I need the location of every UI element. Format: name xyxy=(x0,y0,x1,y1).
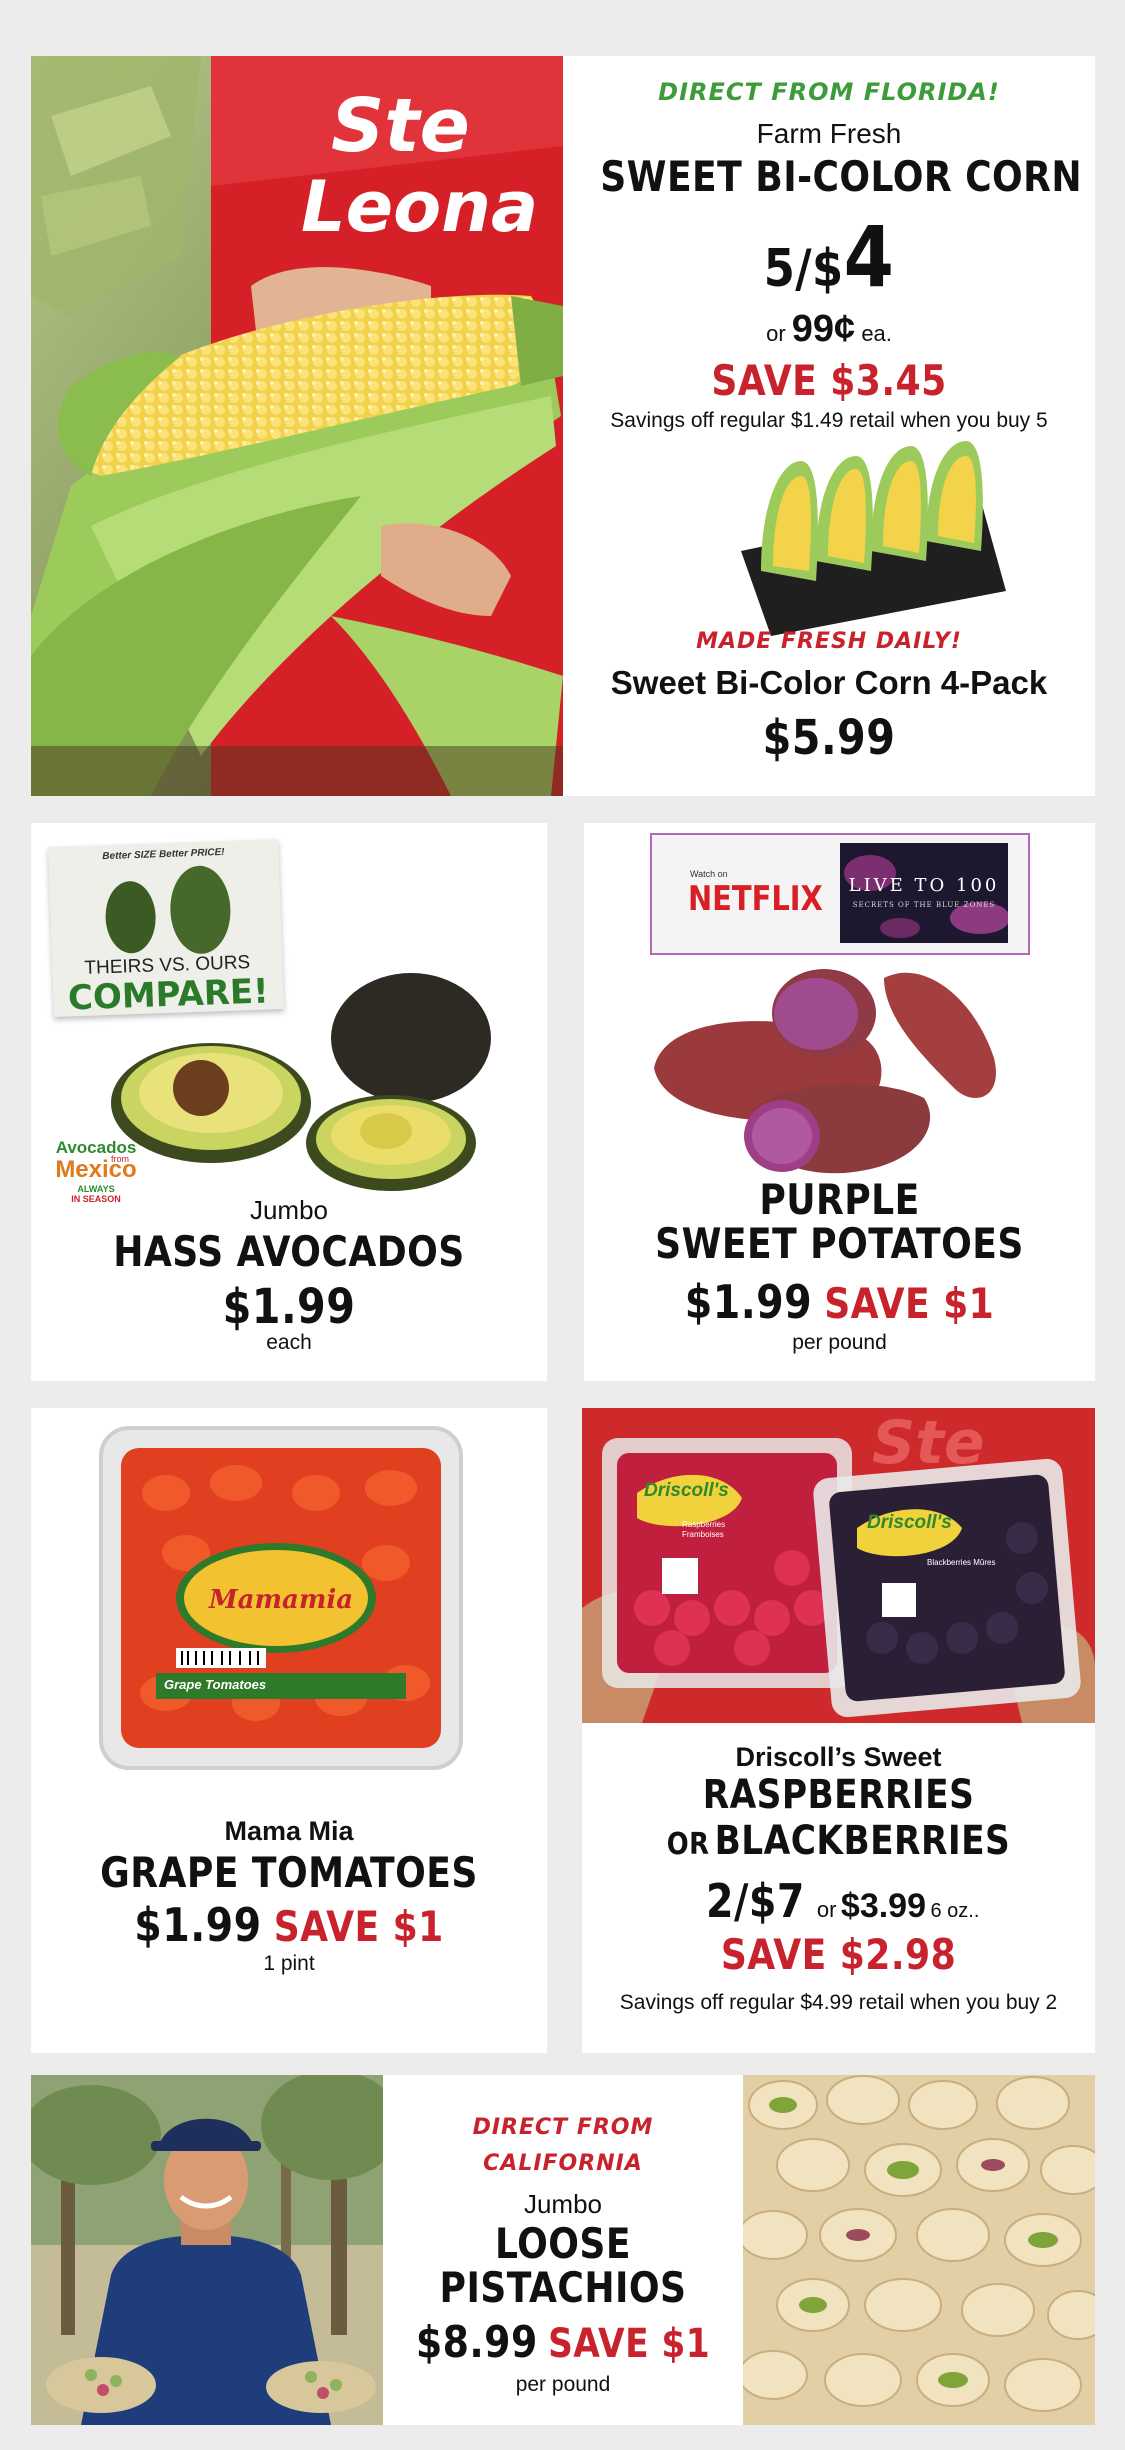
corn-single-unit: ea. xyxy=(861,321,892,346)
berries-note: Savings off regular $4.99 retail when yo… xyxy=(619,1991,1058,2014)
berries-title-or: OR xyxy=(666,1827,710,1862)
grape-tomato-price-row: $1.99 SAVE $1 xyxy=(67,1898,511,1952)
berries-deal: 2/$7 xyxy=(705,1874,805,1928)
svg-text:Leona: Leona xyxy=(301,166,538,248)
berries-photo: Ste Driscoll's Raspberries Framboises Dr xyxy=(582,1408,1095,1723)
blackberry-label-sub: Blackberries Mûres xyxy=(927,1558,996,1567)
berries-save: SAVE $2.98 xyxy=(720,1930,957,1979)
corn-or: or xyxy=(766,321,786,346)
grape-tomato-pre: Mama Mia xyxy=(224,1816,354,1846)
corn-pack-image xyxy=(721,441,1011,641)
logo-main-text: Mexico xyxy=(55,1156,137,1183)
pistachio-unit: per pound xyxy=(515,2373,611,2396)
pistachio-save: SAVE $1 xyxy=(548,2321,711,2367)
corn-pack-price: $5.99 xyxy=(762,710,896,766)
corn-photo-art: Ste Leona xyxy=(31,56,563,796)
berries-or: or xyxy=(816,1897,837,1922)
tomato-pack-label: Grape Tomatoes xyxy=(164,1677,267,1692)
netflix-logo: NETFLIX xyxy=(688,879,823,919)
corn-photo: Ste Leona xyxy=(31,56,563,796)
pistachio-title-1: LOOSE xyxy=(495,2219,631,2268)
avocado-pre: Jumbo xyxy=(249,1195,329,1225)
avocado-card[interactable]: Better SIZE Better PRICE! THEIRS VS. OUR… xyxy=(31,823,547,1381)
sweet-potato-save: SAVE $1 xyxy=(824,1279,995,1328)
tomato-brand-label: Mamamia xyxy=(208,1585,354,1615)
grape-tomato-unit: 1 pint xyxy=(263,1952,315,1975)
corn-single: or 99¢ ea. xyxy=(563,308,1095,351)
avocado-unit: each xyxy=(266,1331,312,1354)
raspberry-label-sub: Raspberries Framboises xyxy=(682,1520,726,1539)
pistachio-tagline-2: CALIFORNIA xyxy=(483,2151,643,2176)
corn-pack-title: Sweet Bi-Color Corn 4-Pack xyxy=(610,664,1048,701)
corn-single-price: 99¢ xyxy=(791,308,856,350)
corn-title: SWEET BI-COLOR CORN xyxy=(600,152,1083,201)
sweet-potato-price: $1.99 xyxy=(684,1275,813,1329)
berries-card[interactable]: Ste Driscoll's Raspberries Framboises Dr xyxy=(582,1408,1095,2053)
pistachio-price-row: $8.99 SAVE $1 xyxy=(408,2317,718,2368)
pistachio-price: $8.99 xyxy=(415,2317,538,2368)
grape-tomato-image: Mamamia Grape Tomatoes xyxy=(96,1423,466,1773)
raspberry-label-brand: Driscoll's xyxy=(644,1480,729,1501)
sweet-potato-card[interactable]: Watch on NETFLIX LIVE TO 100 SECRETS OF … xyxy=(584,823,1095,1381)
avocado-title: HASS AVOCADOS xyxy=(113,1227,465,1276)
sweet-potato-unit: per pound xyxy=(792,1331,887,1354)
sweet-potato-image xyxy=(644,958,1034,1188)
berries-title-1: RASPBERRIES xyxy=(702,1772,975,1818)
sweet-potato-title-1: PURPLE xyxy=(759,1175,920,1224)
berries-title-2: BLACKBERRIES xyxy=(714,1818,1011,1864)
show-subtitle: SECRETS OF THE BLUE ZONES xyxy=(852,901,996,909)
blackberry-label-brand: Driscoll's xyxy=(867,1512,952,1533)
corn-note: Savings off regular $1.49 retail when yo… xyxy=(610,409,1048,432)
berries-title-2-row: OR BLACKBERRIES xyxy=(618,1818,1059,1864)
pistachio-title-2: PISTACHIOS xyxy=(439,2263,687,2312)
grape-tomato-save: SAVE $1 xyxy=(273,1902,444,1951)
watch-on-text: Watch on xyxy=(690,869,728,879)
berries-size: 6 oz.. xyxy=(930,1900,980,1922)
farmer-photo xyxy=(31,2075,383,2425)
corn-save: SAVE $3.45 xyxy=(711,356,947,405)
corn-tagline: DIRECT FROM FLORIDA! xyxy=(658,78,1000,106)
berries-single-price: $3.99 xyxy=(840,1887,926,1925)
sweet-potato-title-2: SWEET POTATOES xyxy=(655,1219,1024,1268)
avocado-compare-icons xyxy=(105,865,231,954)
corn-deal-qty: 5/$ xyxy=(763,239,844,299)
pistachio-card[interactable]: DIRECT FROM CALIFORNIA Jumbo LOOSE PISTA… xyxy=(31,2075,1095,2425)
avocados-from-mexico-logo: Avocados from Mexico ALWAYS IN SEASON xyxy=(41,1108,151,1208)
grape-tomato-price: $1.99 xyxy=(134,1898,262,1952)
corn-deal-price: 4 xyxy=(843,208,895,306)
corn-pack-tagline: MADE FRESH DAILY! xyxy=(696,629,962,654)
show-poster: LIVE TO 100 SECRETS OF THE BLUE ZONES xyxy=(840,843,1008,943)
show-title: LIVE TO 100 xyxy=(848,875,1000,896)
corn-pre: Farm Fresh xyxy=(756,118,902,149)
logo-top-text: Avocados xyxy=(55,1138,137,1157)
logo-always-text: ALWAYS xyxy=(77,1184,115,1194)
berries-pre: Driscoll’s Sweet xyxy=(735,1742,942,1772)
avocado-price: $1.99 xyxy=(222,1279,356,1335)
sweet-potato-price-row: $1.99 SAVE $1 xyxy=(620,1275,1059,1329)
avocado-image xyxy=(101,953,521,1203)
svg-text:Ste: Ste xyxy=(331,83,470,169)
grape-tomato-title: GRAPE TOMATOES xyxy=(100,1848,478,1897)
grape-tomato-card[interactable]: Mamamia Grape Tomatoes Mama Mia GRAPE TO… xyxy=(31,1408,547,2053)
pistachio-photo xyxy=(743,2075,1095,2425)
pistachio-tagline-1: DIRECT FROM xyxy=(472,2115,654,2140)
corn-card[interactable]: Ste Leona DIRECT FROM FLORIDA! Farm Fres… xyxy=(31,56,1095,796)
netflix-banner[interactable]: Watch on NETFLIX LIVE TO 100 SECRETS OF … xyxy=(650,833,1030,955)
pistachio-pre: Jumbo xyxy=(523,2189,603,2219)
corn-deal: 5/$4 xyxy=(600,208,1058,306)
berries-price-row: 2/$7 or $3.99 6 oz.. xyxy=(582,1874,1095,1928)
